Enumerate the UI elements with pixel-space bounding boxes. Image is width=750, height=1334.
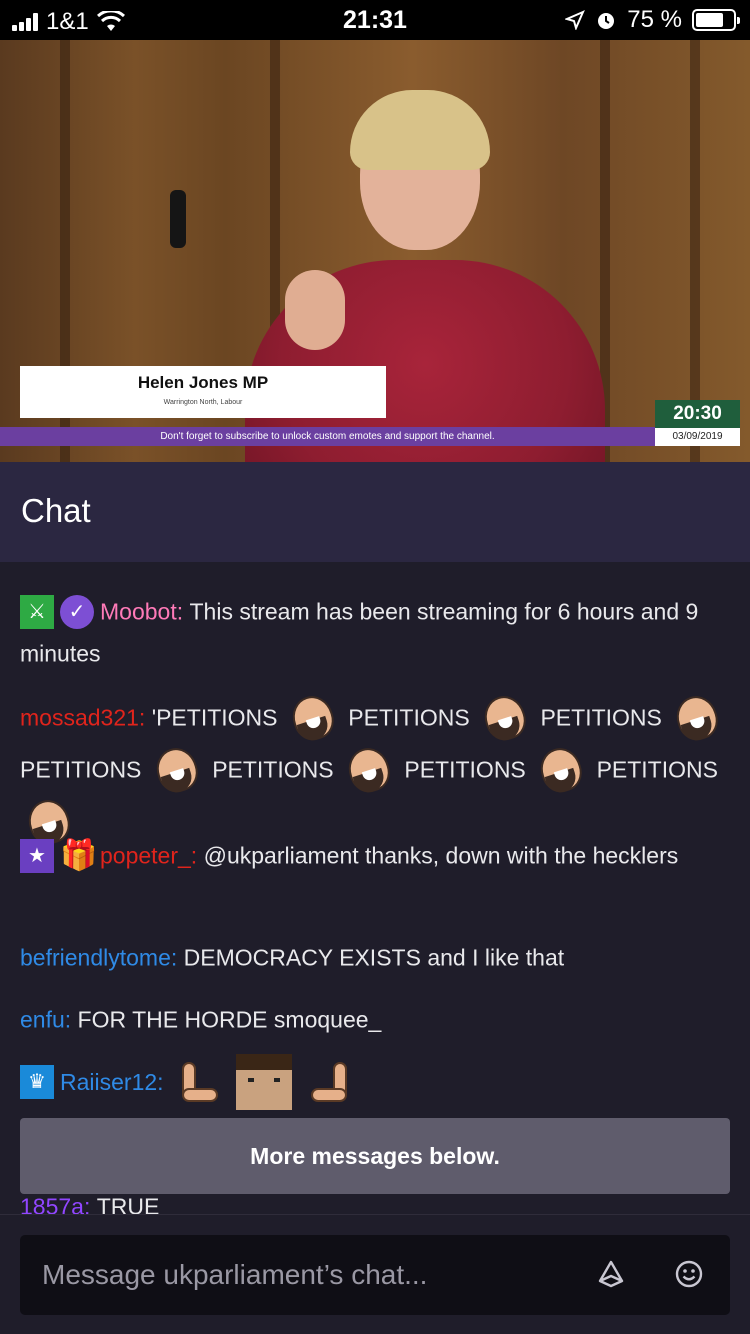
battery-percent: 75 % — [627, 6, 682, 33]
chat-username[interactable]: Moobot: — [100, 598, 183, 624]
ticker-text: Don't forget to subscribe to unlock cust… — [160, 431, 495, 442]
chat-input-area: Message ukparliament’s chat... — [0, 1214, 750, 1334]
wood-panel — [690, 40, 700, 462]
chat-username[interactable]: befriendlytome: — [20, 944, 177, 970]
moderator-sword-icon[interactable]: ⚔ — [20, 594, 54, 629]
laughing-emote-icon — [343, 742, 395, 798]
more-messages-button[interactable]: More messages below. — [20, 1118, 730, 1194]
flexed-biceps-left-icon — [174, 1056, 222, 1108]
flexed-biceps-right-icon — [307, 1056, 355, 1108]
ticker: Don't forget to subscribe to unlock cust… — [0, 427, 655, 446]
face-emote-icon — [236, 1053, 293, 1110]
broadcast-date: 03/09/2019 — [655, 428, 740, 446]
chat-text: @ukparliament thanks, down with the heck… — [203, 842, 679, 869]
chat-text: PETITIONS — [404, 756, 526, 783]
location-icon — [565, 10, 586, 30]
alarm-icon — [598, 13, 615, 29]
chat-message: enfu: FOR THE HORDE smoquee_ — [20, 998, 730, 1040]
laughing-emote-icon — [671, 690, 724, 746]
chat-message: ♛ Raiiser12: — [20, 1052, 730, 1110]
speaker-constituency: Warrington North, Labour — [163, 399, 243, 406]
chat-input-placeholder: Message ukparliament’s chat... — [42, 1259, 428, 1290]
verified-icon[interactable]: ✓ — [60, 594, 94, 629]
chat-input[interactable]: Message ukparliament’s chat... — [20, 1235, 730, 1315]
chat-text: TRUE — [96, 1193, 160, 1214]
status-right: 75 % — [565, 6, 740, 34]
battery-icon — [692, 9, 740, 31]
chat-username[interactable]: mossad321: — [20, 705, 145, 731]
chat-text: PETITIONS — [596, 756, 718, 783]
speaker-name: Helen Jones MP — [137, 373, 269, 392]
video-player[interactable]: Helen Jones MP Warrington North, Labour … — [0, 40, 750, 462]
chat-username[interactable]: Raiiser12: — [60, 1069, 164, 1095]
laughing-emote-icon — [535, 742, 587, 798]
crown-badge-icon[interactable]: ♛ — [20, 1064, 54, 1099]
status-bar: 1&1 21:31 75 % — [0, 0, 750, 40]
chat-header: Chat — [0, 462, 750, 562]
gift-badge-icon[interactable]: 🎁 — [60, 839, 97, 873]
broadcast-clock: 20:30 — [655, 400, 740, 428]
chat-username[interactable]: 1857a: — [20, 1193, 90, 1214]
chat-text: PETITIONS — [540, 704, 662, 731]
lower-third: Helen Jones MP Warrington North, Labour — [20, 366, 386, 418]
chat-list[interactable]: ⚔ ✓ Moobot: This stream has been streaming… — [0, 562, 750, 1214]
chat-text: PETITIONS — [212, 756, 334, 783]
speaker-fist — [285, 270, 345, 350]
battery-fill — [696, 13, 723, 27]
chat-title: Chat — [21, 492, 91, 529]
laughing-emote-icon — [479, 690, 531, 746]
chat-message: befriendlytome: DEMOCRACY EXISTS and I l… — [20, 936, 730, 978]
star-badge-icon[interactable]: ★ — [20, 838, 54, 873]
microphone — [170, 190, 186, 248]
laughing-emote-icon — [150, 742, 203, 798]
laughing-emote-icon — [287, 690, 339, 746]
chat-text: PETITIONS — [20, 756, 142, 783]
speaker-hair — [350, 90, 490, 170]
chat-username[interactable]: popeter_: — [100, 842, 197, 868]
chat-text: 'PETITIONS — [151, 704, 278, 731]
chat-text: PETITIONS — [348, 704, 470, 731]
chat-message: ⚔ ✓ Moobot: This stream has been streaming… — [20, 590, 730, 675]
emoji-icon[interactable] — [674, 1259, 704, 1289]
chat-username[interactable]: enfu: — [20, 1006, 71, 1032]
chat-text: FOR THE HORDE smoquee_ — [77, 1006, 382, 1033]
chat-message: mossad321: 'PETITIONS PETITIONS PETITION… — [20, 690, 730, 850]
bits-icon[interactable] — [596, 1259, 626, 1289]
chat-message: ★ 🎁 popeter_: @ukparliament thanks, down w… — [20, 834, 730, 876]
chat-text: DEMOCRACY EXISTS and I like that — [183, 944, 565, 971]
